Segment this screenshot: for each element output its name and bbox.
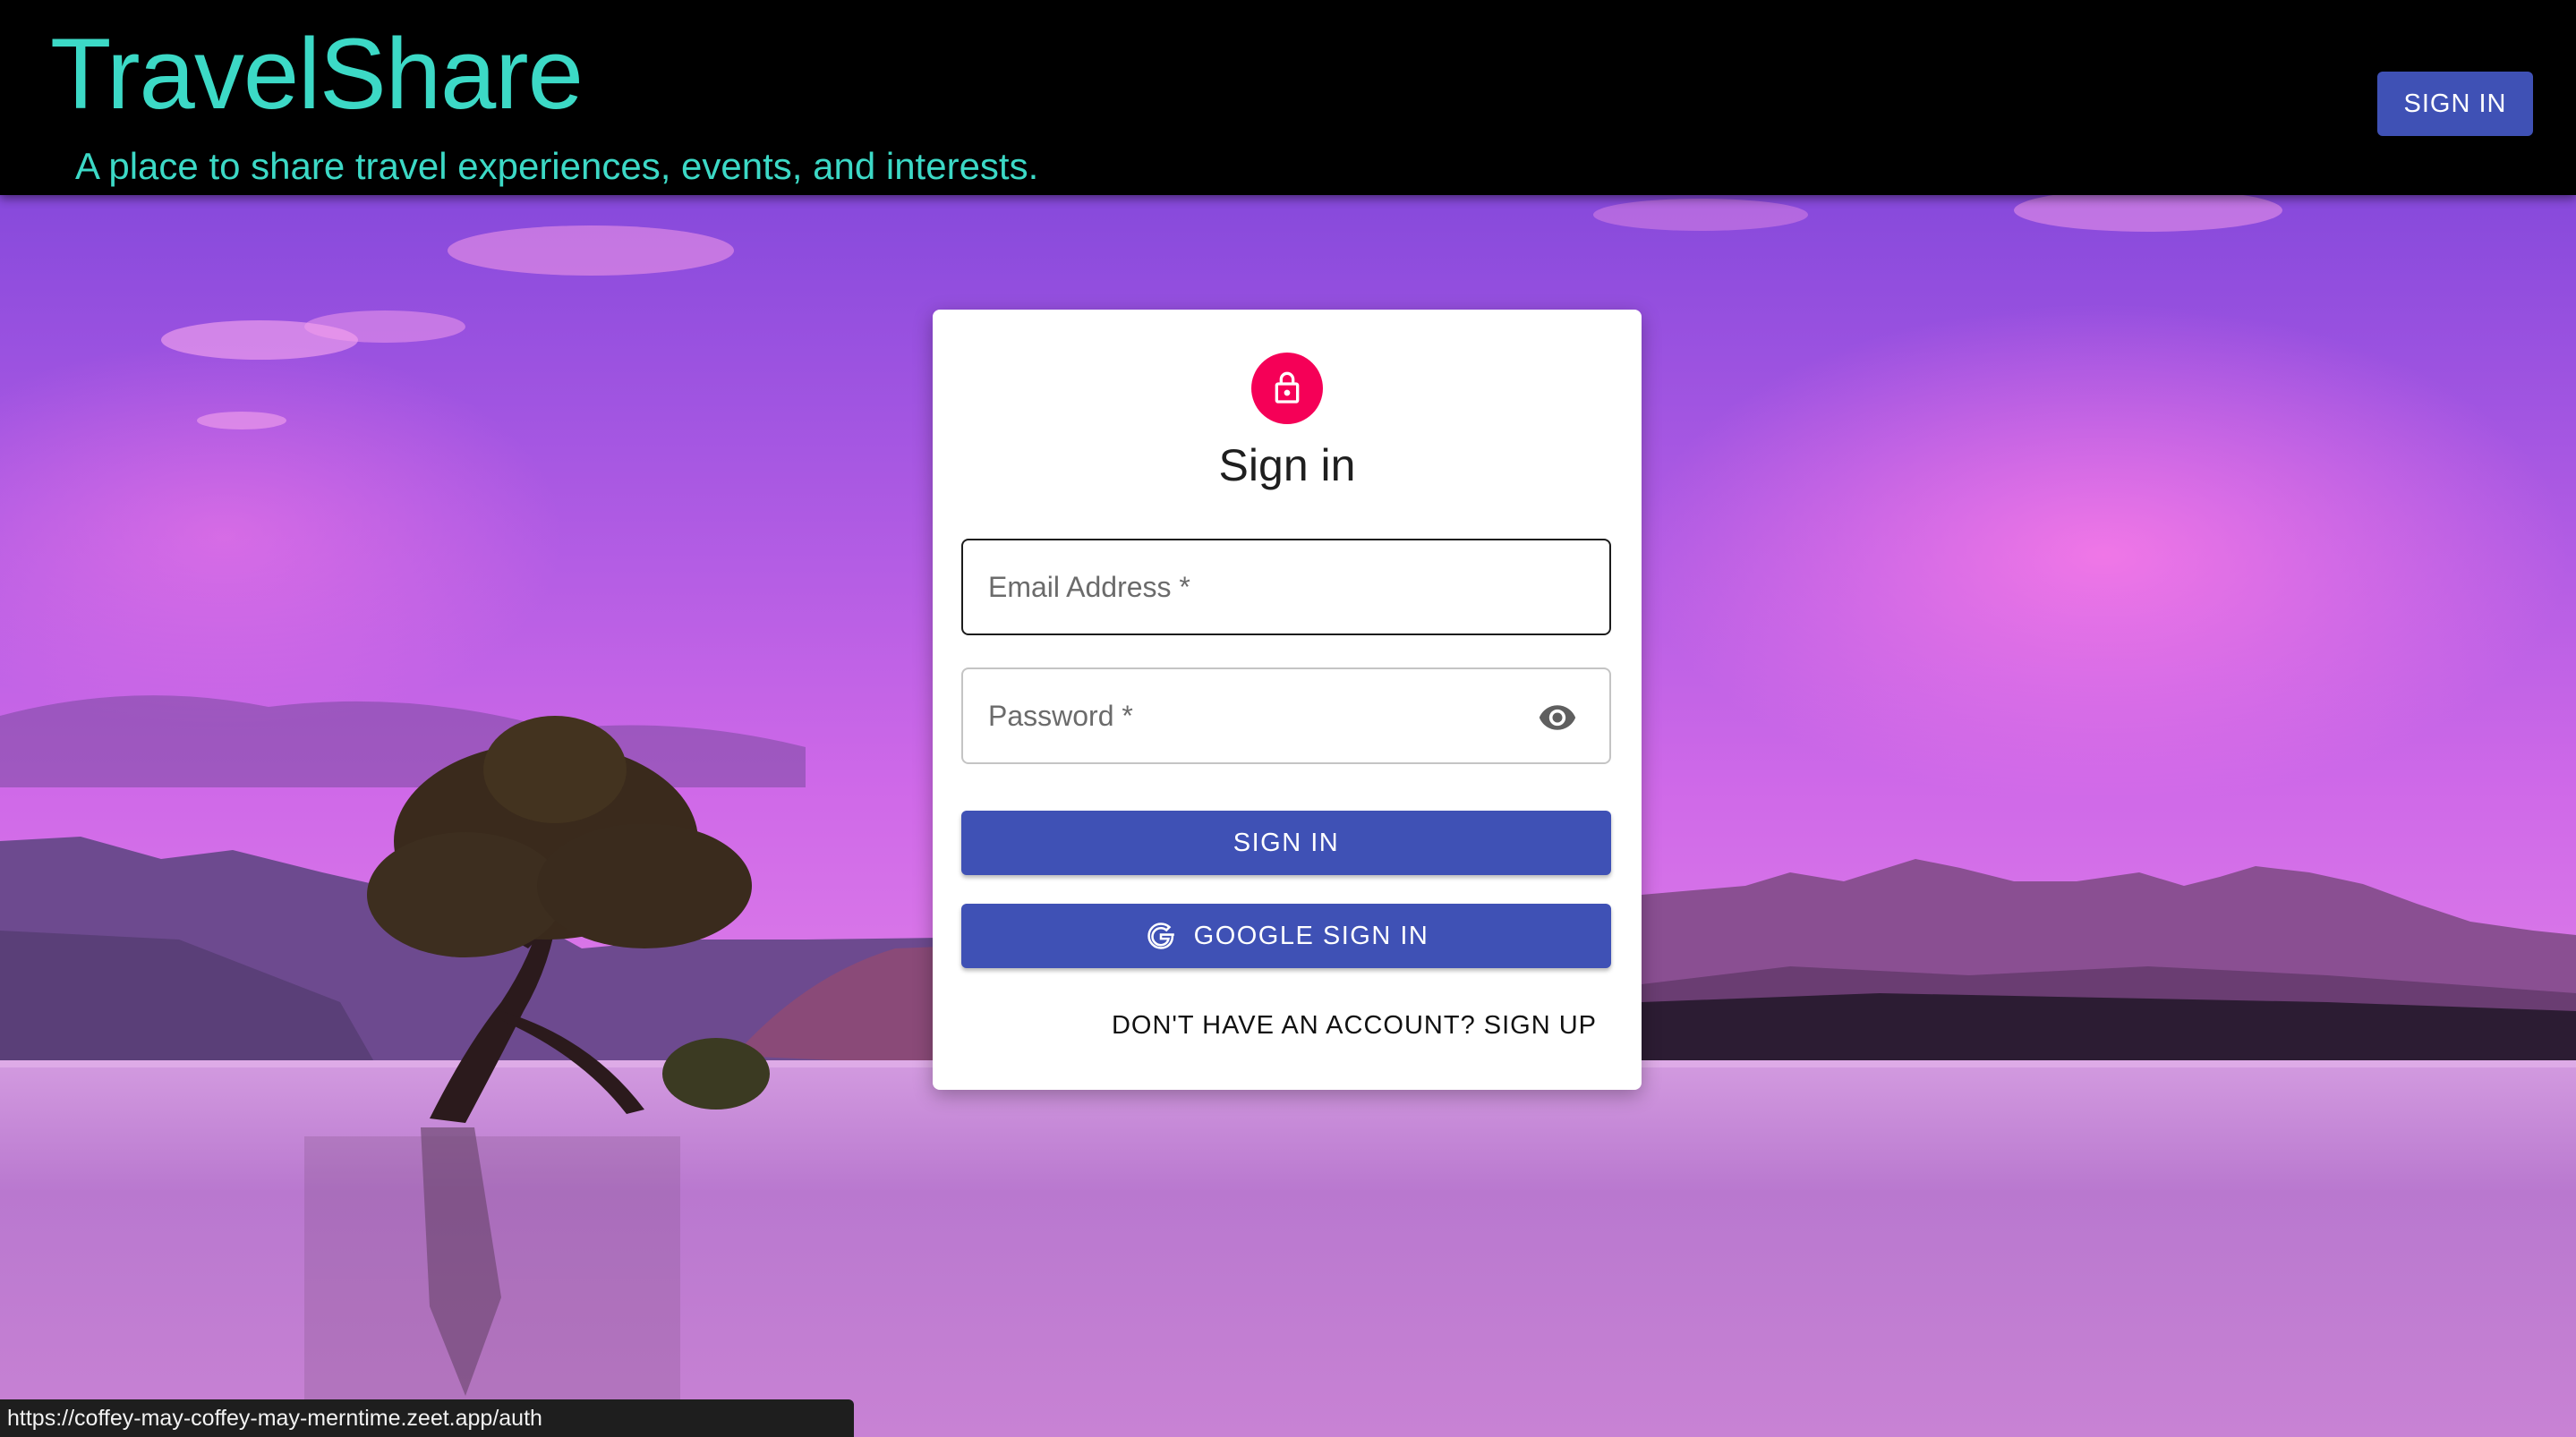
- toggle-password-visibility-button[interactable]: [1538, 700, 1577, 736]
- password-input[interactable]: [963, 669, 1609, 762]
- header-sign-in-button[interactable]: SIGN IN: [2377, 72, 2533, 136]
- email-field[interactable]: Email Address *: [961, 539, 1611, 635]
- password-field[interactable]: Password *: [961, 667, 1611, 764]
- status-bar-url: https://coffey-may-coffey-may-merntime.z…: [0, 1399, 854, 1437]
- eye-icon: [1539, 705, 1576, 730]
- sign-up-link[interactable]: DON'T HAVE AN ACCOUNT? SIGN UP: [1112, 1011, 1597, 1041]
- sign-in-button[interactable]: SIGN IN: [961, 811, 1611, 875]
- google-g-icon: [1147, 923, 1174, 949]
- sign-in-title: Sign in: [1218, 440, 1356, 490]
- sign-in-button-label: SIGN IN: [1233, 828, 1340, 857]
- google-sign-in-label: GOOGLE SIGN IN: [1193, 921, 1429, 950]
- email-input[interactable]: [963, 540, 1609, 633]
- google-sign-in-button[interactable]: GOOGLE SIGN IN: [961, 904, 1611, 968]
- app-subtitle: A place to share travel experiences, eve…: [75, 145, 1039, 187]
- sign-in-card: Sign in Email Address * Password * SIGN …: [933, 310, 1642, 1090]
- lock-avatar: [1251, 353, 1323, 424]
- app-header: TravelShare A place to share travel expe…: [0, 0, 2576, 195]
- app-title[interactable]: TravelShare: [50, 16, 584, 132]
- lock-icon: [1275, 371, 1300, 404]
